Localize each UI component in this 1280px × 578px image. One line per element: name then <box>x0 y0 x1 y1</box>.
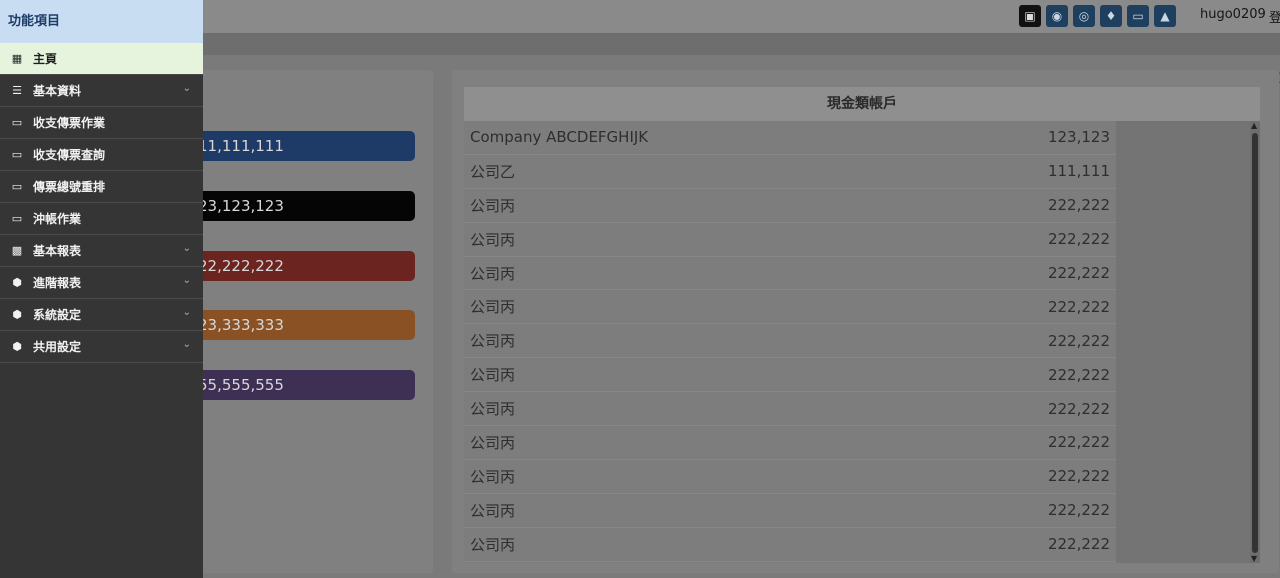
stat-card[interactable]: 23,333,333 <box>190 310 415 340</box>
table-row[interactable]: 公司丙 222,222 <box>464 324 1116 359</box>
table-row[interactable]: 公司丙 222,222 <box>464 358 1116 393</box>
layers-icon: ☰ <box>12 84 22 97</box>
scrollbar-thumb[interactable] <box>1252 133 1258 553</box>
sidebar-item-label: 基本資料 <box>33 84 82 98</box>
grid-icon: ▦ <box>11 52 23 65</box>
sidebar-item-basic-data[interactable]: ☰ 基本資料 ⌄ <box>0 75 203 107</box>
table-scrollbar[interactable]: ▲ ▼ <box>1250 121 1260 563</box>
sidebar-item-label: 基本報表 <box>33 244 82 258</box>
account-amount: 222,222 <box>1047 297 1110 316</box>
account-amount: 123,123 <box>1047 128 1110 147</box>
inbox-icon: ▭ <box>11 180 23 193</box>
account-amount: 222,222 <box>1047 196 1110 215</box>
sidebar-item-label: 系統設定 <box>33 308 82 322</box>
sidebar-item-advanced-reports[interactable]: ⬢ 進階報表 ⌄ <box>0 267 203 299</box>
globe-icon[interactable]: ◎ <box>1073 5 1095 27</box>
sidebar-item-offset[interactable]: ▭ 沖帳作業 <box>0 203 203 235</box>
sidebar-item-label: 主頁 <box>33 52 58 66</box>
account-amount: 222,222 <box>1047 264 1110 282</box>
stat-card[interactable]: 55,555,555 <box>190 370 415 400</box>
table-row[interactable]: 公司丙 222,222 <box>464 223 1116 257</box>
sidebar-item-label: 進階報表 <box>33 276 82 290</box>
table-row[interactable]: 公司丙 222,222 <box>464 426 1116 460</box>
sidebar-item-basic-reports[interactable]: ▩ 基本報表 ⌄ <box>0 235 203 267</box>
account-name: 公司丙 <box>470 433 516 452</box>
scroll-up-icon[interactable]: ▲ <box>1251 121 1257 130</box>
lock-icon[interactable]: ▭ <box>1127 5 1149 27</box>
account-name: 公司丙 <box>470 230 516 249</box>
cube-icon: ⬢ <box>12 308 22 321</box>
stat-card[interactable]: 11,111,111 <box>190 131 415 161</box>
sidebar-item-shared-settings[interactable]: ⬢ 共用設定 ⌄ <box>0 331 203 363</box>
table-title: 現金類帳戶 <box>464 87 1260 121</box>
sidebar-item-label: 收支傳票查詢 <box>33 148 106 162</box>
account-name: 公司乙 <box>470 162 516 181</box>
table-row[interactable]: 公司丙 222,222 <box>464 528 1116 562</box>
chevron-down-icon: ⌄ <box>182 275 191 286</box>
table-row[interactable]: 公司丙 222,222 <box>464 290 1116 325</box>
table-row[interactable]: 公司丙 222,222 <box>464 460 1116 494</box>
account-name: 公司丙 <box>470 264 516 283</box>
inbox-icon: ▭ <box>11 148 23 161</box>
table-row[interactable]: 公司丙 222,222 <box>464 189 1116 223</box>
sidebar-item-label: 收支傳票作業 <box>33 116 106 130</box>
cube-icon: ⬢ <box>12 340 22 353</box>
table-body: Company ABCDEFGHIJK 123,123 公司乙 111,111 公司… <box>464 121 1116 562</box>
sidebar-item-voucher-query[interactable]: ▭ 收支傳票查詢 <box>0 139 203 171</box>
scroll-down-icon[interactable]: ▼ <box>1251 554 1257 563</box>
account-name: Company ABCDEFGHIJK <box>470 128 649 147</box>
sidebar-item-label: 傳票總號重排 <box>33 180 106 194</box>
inbox-icon: ▭ <box>11 212 23 225</box>
account-name: 公司丙 <box>470 535 516 554</box>
account-amount: 222,222 <box>1047 433 1110 452</box>
account-amount: 222,222 <box>1047 331 1110 350</box>
sidebar-item-label: 共用設定 <box>33 340 82 354</box>
account-amount: 111,111 <box>1047 162 1110 181</box>
header-icons: ▣ ◉ ◎ ♦ ▭ ▲ <box>1019 5 1176 27</box>
login-link[interactable]: 登 <box>1269 7 1280 26</box>
palette-icon[interactable]: ◉ <box>1046 5 1068 27</box>
dashboard-icon: ▩ <box>11 244 23 257</box>
sidebar: 功能項目 ▦ 主頁 ☰ 基本資料 ⌄ ▭ 收支傳票作業 ▭ 收支傳票查詢 ▭ 傳… <box>0 0 203 578</box>
username[interactable]: hugo0209 <box>1200 7 1266 22</box>
stat-card[interactable]: 23,123,123 <box>190 191 415 221</box>
account-amount: 222,222 <box>1047 230 1110 249</box>
chevron-down-icon: ⌄ <box>182 339 191 350</box>
account-amount: 222,222 <box>1047 365 1110 384</box>
table-row[interactable]: Company ABCDEFGHIJK 123,123 <box>464 121 1116 155</box>
table-row[interactable]: 公司丙 222,222 <box>464 392 1116 427</box>
table-row[interactable]: 公司丙 222,222 <box>464 257 1116 291</box>
stat-card[interactable]: 22,222,222 <box>190 251 415 281</box>
account-name: 公司丙 <box>470 501 516 520</box>
sidebar-item-voucher-renumber[interactable]: ▭ 傳票總號重排 <box>0 171 203 203</box>
account-name: 公司丙 <box>470 332 516 351</box>
sidebar-title: 功能項目 <box>0 0 203 43</box>
chevron-down-icon: ⌄ <box>182 307 191 318</box>
sidebar-item-home[interactable]: ▦ 主頁 <box>0 43 203 75</box>
account-name: 公司丙 <box>470 467 516 486</box>
sidebar-item-system-settings[interactable]: ⬢ 系統設定 ⌄ <box>0 299 203 331</box>
sitemap-icon[interactable]: ▲ <box>1154 5 1176 27</box>
chevron-down-icon: ⌄ <box>182 243 191 254</box>
cube-icon: ⬢ <box>12 276 22 289</box>
account-name: 公司丙 <box>470 366 516 385</box>
account-amount: 222,222 <box>1047 467 1110 486</box>
table-row[interactable]: 公司乙 111,111 <box>464 155 1116 189</box>
account-name: 公司丙 <box>470 196 516 215</box>
inbox-icon: ▭ <box>11 116 23 129</box>
sidebar-item-voucher-entry[interactable]: ▭ 收支傳票作業 <box>0 107 203 139</box>
account-amount: 222,222 <box>1047 535 1110 554</box>
table-row[interactable]: 公司丙 222,222 <box>464 494 1116 528</box>
cash-account-table: 現金類帳戶 Company ABCDEFGHIJK 123,123 公司乙 111,… <box>464 87 1260 563</box>
table-side-column <box>1116 121 1250 563</box>
account-amount: 222,222 <box>1047 501 1110 520</box>
chevron-down-icon: ⌄ <box>182 83 191 94</box>
screenshot-icon[interactable]: ▣ <box>1019 5 1041 27</box>
account-amount: 222,222 <box>1047 399 1110 418</box>
account-name: 公司丙 <box>470 400 516 419</box>
bell-icon[interactable]: ♦ <box>1100 5 1122 27</box>
sidebar-item-label: 沖帳作業 <box>33 212 82 226</box>
account-name: 公司丙 <box>470 298 516 317</box>
